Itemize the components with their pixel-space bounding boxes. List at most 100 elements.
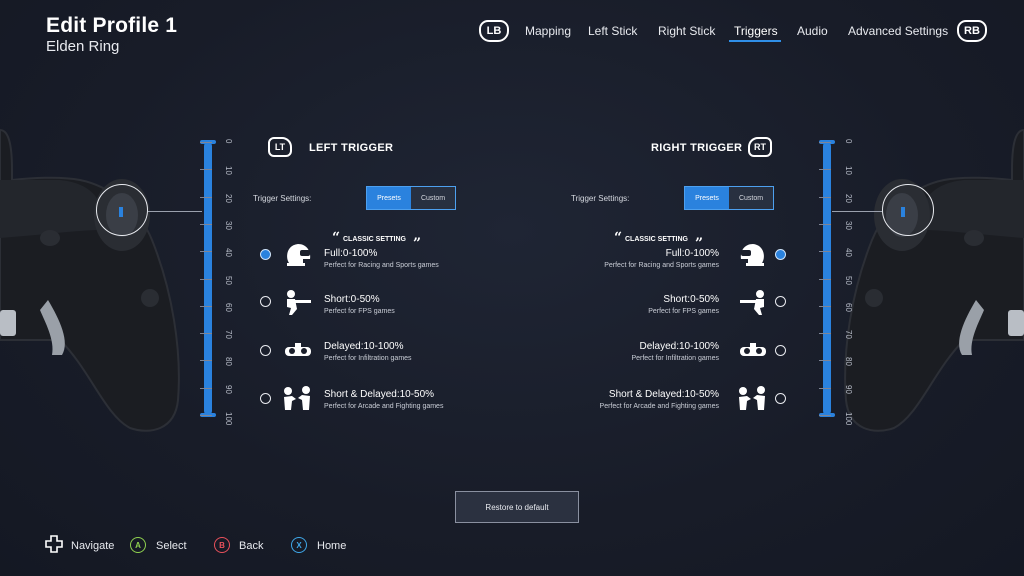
left-classic-open-quote: “ [332, 230, 341, 246]
racing-helmet-icon [740, 244, 764, 266]
right-option-full-radio[interactable] [775, 249, 786, 260]
left-mode-toggle: Presets Custom [366, 186, 456, 210]
restore-default-button[interactable]: Restore to default [455, 491, 579, 523]
navigate-hint-label: Navigate [71, 540, 115, 552]
right-option-short-title: Short:0-50% [663, 294, 719, 305]
right-option-delayed-desc: Perfect for Infiltration games [631, 355, 719, 362]
home-hint-label: Home [317, 540, 347, 552]
select-hint-label: Select [156, 540, 187, 552]
right-option-short-delayed-title: Short & Delayed:10-50% [608, 389, 719, 400]
left-option-full-title: Full:0-100% [324, 248, 378, 259]
page-title: Edit Profile 1 [46, 14, 178, 37]
left-slider-tick [200, 360, 212, 362]
left-slider-tick [200, 169, 212, 171]
left-slider-tick [200, 196, 212, 198]
right-option-full-title: Full:0-100% [665, 248, 719, 259]
right-slider-tick [819, 169, 831, 171]
left-option-short-delayed-radio[interactable] [260, 393, 271, 404]
right-slider-scale-label: 100 [844, 412, 853, 426]
right-slider-scale-label: 30 [844, 220, 853, 230]
rb-bumper-icon[interactable]: RB [957, 20, 987, 42]
left-slider-tick [200, 278, 212, 280]
right-slider-tick [819, 360, 831, 362]
fighters-icon [739, 386, 765, 410]
left-slider-tick [200, 305, 212, 307]
lb-bumper-icon[interactable]: LB [479, 20, 509, 42]
right-option-delayed-title: Delayed:10-100% [639, 341, 720, 352]
right-slider-tick [819, 333, 831, 335]
left-custom-button[interactable]: Custom [411, 187, 455, 209]
tab-audio[interactable]: Audio [797, 24, 828, 38]
left-slider-scale-label: 70 [224, 330, 233, 339]
left-controller-image [0, 128, 180, 432]
soldier-rifle-icon [287, 290, 311, 315]
left-option-short-delayed-title: Short & Delayed:10-50% [324, 389, 435, 400]
night-goggles-icon [285, 343, 311, 356]
left-option-full-desc: Perfect for Racing and Sports games [324, 262, 439, 269]
right-slider-scale-label: 0 [844, 139, 853, 144]
left-slider-scale-label: 100 [224, 412, 233, 426]
right-classic-open-quote: “ [614, 230, 623, 246]
right-slider-tick [819, 278, 831, 280]
right-custom-button[interactable]: Custom [729, 187, 773, 209]
right-slider-scale-label: 70 [844, 330, 853, 339]
left-slider-tick [200, 387, 212, 389]
right-option-short-delayed-desc: Perfect for Arcade and Fighting games [599, 403, 719, 410]
right-slider-scale-label: 60 [844, 302, 853, 312]
profile-game-name: Elden Ring [46, 38, 120, 55]
left-slider-tick [200, 251, 212, 253]
left-slider-scale-label: 0 [224, 139, 233, 144]
left-option-short-desc: Perfect for FPS games [324, 308, 395, 315]
fighters-icon [284, 386, 310, 410]
right-slider-tick [819, 223, 831, 225]
right-leader-line [832, 211, 882, 212]
x-button-icon: X [291, 537, 307, 553]
right-option-short-desc: Perfect for FPS games [648, 308, 719, 315]
left-slider-scale-label: 40 [224, 248, 233, 258]
right-trigger-settings-label: Trigger Settings: [571, 194, 630, 203]
a-button-icon: A [130, 537, 146, 553]
left-slider-scale-label: 50 [224, 275, 233, 285]
right-slider-scale-label: 10 [844, 166, 853, 176]
tab-left-stick[interactable]: Left Stick [588, 24, 637, 38]
left-slider-tick [200, 223, 212, 225]
soldier-rifle-icon [740, 290, 764, 315]
right-slider-tick [819, 142, 831, 143]
right-slider-scale-label: 40 [844, 248, 853, 258]
rt-trigger-icon: RT [748, 137, 772, 157]
left-trigger-title: LEFT TRIGGER [309, 142, 394, 154]
left-slider-tick [200, 415, 212, 416]
left-option-delayed-radio[interactable] [260, 345, 271, 356]
left-slider-tick [200, 142, 212, 143]
left-option-delayed-title: Delayed:10-100% [324, 341, 404, 352]
left-slider-scale-label: 30 [224, 220, 233, 230]
right-controller-image [844, 128, 1024, 432]
right-option-delayed-radio[interactable] [775, 345, 786, 356]
left-slider-scale-label: 10 [224, 166, 233, 176]
tab-advanced-settings[interactable]: Advanced Settings [848, 24, 948, 38]
right-slider-scale-label: 80 [844, 357, 853, 367]
active-tab-indicator [729, 40, 781, 42]
tab-triggers[interactable]: Triggers [734, 24, 778, 38]
left-option-short-delayed-desc: Perfect for Arcade and Fighting games [324, 403, 444, 410]
right-option-short-radio[interactable] [775, 296, 786, 307]
b-button-icon: B [214, 537, 230, 553]
left-slider-scale-label: 20 [224, 193, 233, 203]
left-slider-scale-label: 80 [224, 357, 233, 367]
left-option-delayed-desc: Perfect for Infiltration games [324, 355, 412, 362]
left-option-full-radio[interactable] [260, 249, 271, 260]
right-slider-scale-label: 50 [844, 275, 853, 285]
tab-mapping[interactable]: Mapping [525, 24, 571, 38]
right-slider-scale-label: 20 [844, 193, 853, 203]
right-slider-tick [819, 196, 831, 198]
left-option-short-radio[interactable] [260, 296, 271, 307]
tab-right-stick[interactable]: Right Stick [658, 24, 715, 38]
left-presets-button[interactable]: Presets [367, 187, 411, 209]
night-goggles-icon [740, 343, 766, 356]
right-presets-button[interactable]: Presets [685, 187, 729, 209]
right-option-short-delayed-radio[interactable] [775, 393, 786, 404]
right-slider-scale-label: 90 [844, 384, 853, 394]
left-trigger-settings-label: Trigger Settings: [253, 194, 312, 203]
right-slider-tick [819, 387, 831, 389]
right-classic-setting-label: CLASSIC SETTING [625, 236, 689, 243]
